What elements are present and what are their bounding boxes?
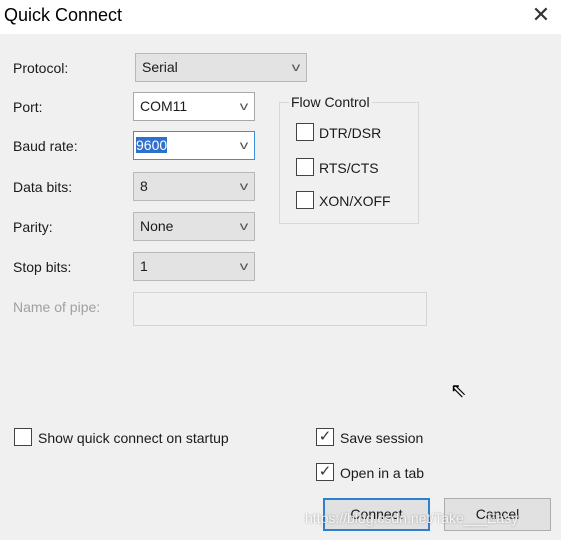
dtr-dsr-checkbox[interactable] bbox=[296, 123, 314, 141]
data-bits-select[interactable]: 8v bbox=[133, 172, 255, 201]
open-in-tab-label: Open in a tab bbox=[340, 465, 425, 481]
chevron-down-icon: v bbox=[239, 99, 249, 113]
show-on-startup-label: Show quick connect on startup bbox=[38, 430, 229, 446]
chevron-down-icon: v bbox=[291, 60, 301, 74]
chevron-down-icon: v bbox=[239, 259, 249, 273]
window-title: Quick Connect bbox=[4, 5, 123, 25]
rts-cts-checkbox[interactable] bbox=[296, 158, 314, 176]
port-value: COM11 bbox=[140, 98, 188, 114]
port-select[interactable]: COM11 v bbox=[133, 92, 255, 121]
xon-xoff-label: XON/XOFF bbox=[319, 193, 391, 209]
chevron-down-icon: v bbox=[239, 138, 249, 152]
stop-bits-value: 1 bbox=[140, 258, 148, 274]
flow-control-legend: Flow Control bbox=[289, 94, 372, 110]
protocol-value: Serial bbox=[142, 59, 178, 75]
mouse-cursor-icon: ⇖ bbox=[450, 380, 467, 402]
protocol-select[interactable]: Serial v bbox=[135, 53, 307, 82]
baud-rate-select[interactable]: 9600 v bbox=[133, 131, 255, 160]
close-icon[interactable]: ✕ bbox=[530, 3, 552, 27]
title-bar: Quick Connect ✕ bbox=[0, 0, 561, 34]
chevron-down-icon: v bbox=[239, 179, 249, 193]
check-icon: ✓ bbox=[318, 463, 332, 480]
name-of-pipe-label: Name of pipe: bbox=[13, 299, 101, 315]
stop-bits-select[interactable]: 1v bbox=[133, 252, 255, 281]
parity-value: None bbox=[140, 218, 174, 234]
port-label: Port: bbox=[13, 99, 43, 115]
open-in-tab-checkbox[interactable]: ✓ bbox=[316, 463, 334, 481]
rts-cts-label: RTS/CTS bbox=[319, 160, 379, 176]
parity-select[interactable]: None v bbox=[133, 212, 255, 241]
save-session-label: Save session bbox=[340, 430, 424, 446]
dtr-dsr-label: DTR/DSR bbox=[319, 125, 382, 141]
chevron-down-icon: v bbox=[239, 219, 249, 233]
xon-xoff-checkbox[interactable] bbox=[296, 191, 314, 209]
show-on-startup-checkbox[interactable] bbox=[14, 428, 32, 446]
check-icon: ✓ bbox=[318, 428, 332, 445]
watermark: https://blog.csdn.net/Take___Easy bbox=[305, 510, 519, 526]
baud-rate-value: 9600 bbox=[136, 137, 168, 153]
data-bits-label: Data bits: bbox=[13, 179, 73, 195]
parity-label: Parity: bbox=[13, 219, 53, 235]
protocol-label: Protocol: bbox=[13, 60, 69, 76]
baud-rate-label: Baud rate: bbox=[13, 138, 78, 154]
stop-bits-label: Stop bits: bbox=[13, 259, 72, 275]
data-bits-value: 8 bbox=[140, 178, 148, 194]
name-of-pipe-input bbox=[133, 292, 427, 326]
save-session-checkbox[interactable]: ✓ bbox=[316, 428, 334, 446]
